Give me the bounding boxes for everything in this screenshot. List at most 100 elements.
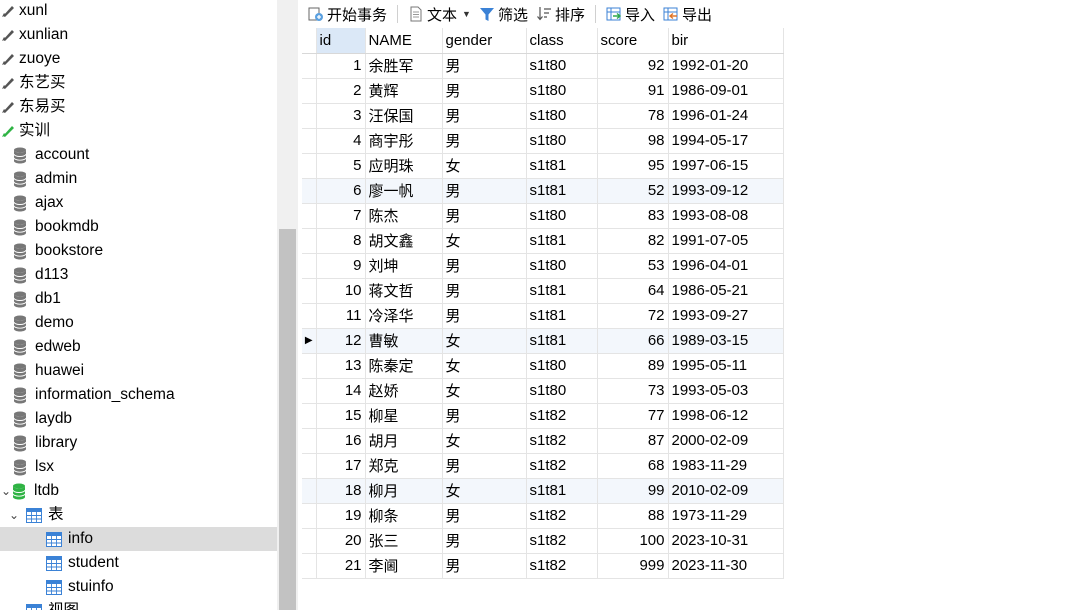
- cell-gender[interactable]: 男: [442, 128, 527, 154]
- cell-score[interactable]: 83: [597, 203, 669, 229]
- cell-class[interactable]: s1t81: [526, 328, 598, 354]
- cell-gender[interactable]: 女: [442, 478, 527, 504]
- sidebar-scrollbar[interactable]: [277, 0, 298, 610]
- cell-name[interactable]: 余胜军: [365, 53, 443, 79]
- tree-database-account[interactable]: account: [0, 143, 277, 167]
- row-indicator[interactable]: [302, 353, 317, 379]
- cell-class[interactable]: s1t81: [526, 228, 598, 254]
- cell-class[interactable]: s1t81: [526, 303, 598, 329]
- column-header-name[interactable]: NAME: [365, 28, 443, 54]
- cell-name[interactable]: 郑克: [365, 453, 443, 479]
- cell-name[interactable]: 汪保国: [365, 103, 443, 129]
- cell-score[interactable]: 82: [597, 228, 669, 254]
- cell-score[interactable]: 68: [597, 453, 669, 479]
- tree-database-db1[interactable]: db1: [0, 287, 277, 311]
- row-indicator[interactable]: [302, 53, 317, 79]
- row-indicator[interactable]: [302, 378, 317, 404]
- cell-score[interactable]: 100: [597, 528, 669, 554]
- cell-id[interactable]: 9: [316, 253, 366, 279]
- begin-transaction-button[interactable]: 开始事务: [304, 2, 391, 26]
- row-indicator[interactable]: [302, 528, 317, 554]
- cell-name[interactable]: 胡文鑫: [365, 228, 443, 254]
- cell-class[interactable]: s1t81: [526, 278, 598, 304]
- table-row[interactable]: 6 廖一帆男 s1t81 52 1993-09-12: [302, 178, 784, 204]
- cell-name[interactable]: 蒋文哲: [365, 278, 443, 304]
- cell-id[interactable]: 19: [316, 503, 366, 529]
- table-row[interactable]: 11 冷泽华男 s1t81 72 1993-09-27: [302, 303, 784, 329]
- cell-id[interactable]: 20: [316, 528, 366, 554]
- cell-score[interactable]: 77: [597, 403, 669, 429]
- chevron-down-icon[interactable]: ⌄: [8, 508, 20, 522]
- cell-class[interactable]: s1t80: [526, 103, 598, 129]
- cell-score[interactable]: 64: [597, 278, 669, 304]
- cell-gender[interactable]: 男: [442, 553, 527, 579]
- cell-score[interactable]: 98: [597, 128, 669, 154]
- row-indicator[interactable]: [302, 128, 317, 154]
- cell-bir[interactable]: 1998-06-12: [668, 403, 784, 429]
- cell-gender[interactable]: 男: [442, 103, 527, 129]
- table-row[interactable]: 8 胡文鑫女 s1t81 82 1991-07-05: [302, 228, 784, 254]
- table-row[interactable]: 19 柳条男 s1t82 88 1973-11-29: [302, 503, 784, 529]
- table-row[interactable]: 9 刘坤男 s1t80 53 1996-04-01: [302, 253, 784, 279]
- cell-score[interactable]: 89: [597, 353, 669, 379]
- cell-class[interactable]: s1t80: [526, 78, 598, 104]
- cell-id[interactable]: 4: [316, 128, 366, 154]
- cell-bir[interactable]: 1993-08-08: [668, 203, 784, 229]
- cell-gender[interactable]: 男: [442, 203, 527, 229]
- cell-name[interactable]: 应明珠: [365, 153, 443, 179]
- cell-gender[interactable]: 女: [442, 378, 527, 404]
- cell-id[interactable]: 14: [316, 378, 366, 404]
- cell-score[interactable]: 88: [597, 503, 669, 529]
- row-indicator[interactable]: [302, 478, 317, 504]
- tree-connection-zuoye[interactable]: zuoye: [0, 47, 277, 71]
- table-row[interactable]: 18 柳月女 s1t81 99 2010-02-09: [302, 478, 784, 504]
- cell-name[interactable]: 刘坤: [365, 253, 443, 279]
- cell-bir[interactable]: 1996-01-24: [668, 103, 784, 129]
- column-header-gender[interactable]: gender: [442, 28, 527, 54]
- cell-gender[interactable]: 女: [442, 153, 527, 179]
- cell-score[interactable]: 73: [597, 378, 669, 404]
- navigation-tree[interactable]: xunl xunlian zuoye 东艺买 东易买 实训 account admin ajax…: [0, 0, 277, 610]
- cell-id[interactable]: 5: [316, 153, 366, 179]
- cell-name[interactable]: 冷泽华: [365, 303, 443, 329]
- table-row[interactable]: 4 商宇彤男 s1t80 98 1994-05-17: [302, 128, 784, 154]
- cell-class[interactable]: s1t82: [526, 403, 598, 429]
- cell-gender[interactable]: 男: [442, 78, 527, 104]
- row-indicator[interactable]: [302, 303, 317, 329]
- tree-table-info[interactable]: info: [0, 527, 277, 551]
- cell-gender[interactable]: 男: [442, 503, 527, 529]
- tree-database-huawei[interactable]: huawei: [0, 359, 277, 383]
- cell-name[interactable]: 黄辉: [365, 78, 443, 104]
- filter-button[interactable]: 筛选: [475, 2, 532, 26]
- tree-database-ajax[interactable]: ajax: [0, 191, 277, 215]
- cell-class[interactable]: s1t81: [526, 478, 598, 504]
- cell-name[interactable]: 李阃: [365, 553, 443, 579]
- cell-name[interactable]: 柳条: [365, 503, 443, 529]
- cell-id[interactable]: 12: [316, 328, 366, 354]
- cell-gender[interactable]: 男: [442, 178, 527, 204]
- cell-score[interactable]: 87: [597, 428, 669, 454]
- tree-database-library[interactable]: library: [0, 431, 277, 455]
- tree-tables-folder[interactable]: ⌄ 表: [0, 503, 277, 527]
- row-indicator[interactable]: [302, 553, 317, 579]
- table-row[interactable]: 16 胡月女 s1t82 87 2000-02-09: [302, 428, 784, 454]
- cell-class[interactable]: s1t80: [526, 53, 598, 79]
- cell-id[interactable]: 18: [316, 478, 366, 504]
- cell-class[interactable]: s1t80: [526, 378, 598, 404]
- row-indicator[interactable]: [302, 403, 317, 429]
- cell-name[interactable]: 柳月: [365, 478, 443, 504]
- cell-name[interactable]: 胡月: [365, 428, 443, 454]
- cell-gender[interactable]: 男: [442, 53, 527, 79]
- cell-id[interactable]: 13: [316, 353, 366, 379]
- cell-bir[interactable]: 2023-10-31: [668, 528, 784, 554]
- data-grid[interactable]: id NAME gender class score bir 1 余胜军男 s1t8…: [302, 28, 784, 579]
- cell-class[interactable]: s1t80: [526, 128, 598, 154]
- cell-bir[interactable]: 1993-05-03: [668, 378, 784, 404]
- cell-class[interactable]: s1t81: [526, 178, 598, 204]
- tree-database-bookstore[interactable]: bookstore: [0, 239, 277, 263]
- table-row[interactable]: 5 应明珠女 s1t81 95 1997-06-15: [302, 153, 784, 179]
- cell-score[interactable]: 99: [597, 478, 669, 504]
- cell-id[interactable]: 1: [316, 53, 366, 79]
- import-button[interactable]: 导入: [602, 2, 659, 26]
- cell-class[interactable]: s1t82: [526, 553, 598, 579]
